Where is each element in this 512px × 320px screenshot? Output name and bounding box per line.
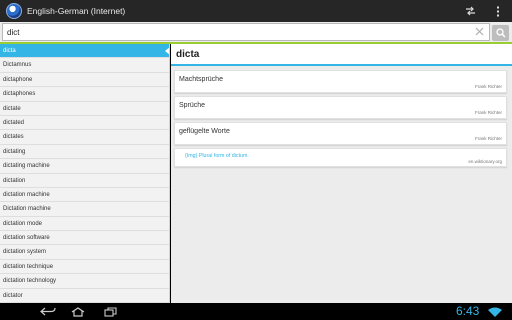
entry-headword: dicta — [171, 44, 512, 66]
recent-apps-button[interactable] — [96, 303, 124, 320]
swap-arrows-icon — [465, 6, 475, 16]
list-item[interactable]: dictation technology — [0, 274, 169, 289]
list-item[interactable]: dictates — [0, 130, 169, 145]
list-item[interactable]: dictating — [0, 145, 169, 160]
search-bar — [0, 22, 512, 44]
system-nav-bar: 6:43 — [0, 303, 512, 320]
list-item[interactable]: dictaphone — [0, 73, 169, 88]
search-icon — [495, 28, 506, 38]
translation-card[interactable]: Machtsprüche Frank Richter — [174, 70, 507, 93]
entry-pane: dicta Machtsprüche Frank Richter Sprüche… — [171, 44, 512, 303]
search-input[interactable] — [2, 23, 490, 41]
list-item[interactable]: dictation technique — [0, 260, 169, 275]
search-button[interactable] — [492, 25, 509, 41]
translation-text: Sprüche — [179, 102, 206, 109]
recent-apps-icon — [103, 306, 117, 317]
app-title[interactable]: English-German (Internet) — [27, 6, 456, 16]
overflow-menu-button[interactable] — [484, 0, 512, 22]
list-item[interactable]: dictation system — [0, 245, 169, 260]
definition-source: en.wiktionary.org — [468, 159, 502, 164]
overflow-menu-icon — [497, 6, 499, 16]
list-item[interactable]: Dictamnus — [0, 58, 169, 73]
list-item[interactable]: dictaphones — [0, 87, 169, 102]
list-item[interactable]: dictate — [0, 102, 169, 116]
list-item[interactable]: dictating machine — [0, 159, 169, 174]
translation-text: Machtsprüche — [179, 76, 223, 83]
translation-author: Frank Richter — [474, 84, 502, 89]
list-item[interactable]: dicta — [0, 44, 169, 59]
clock: 6:43 — [456, 304, 480, 318]
translation-card[interactable]: Sprüche Frank Richter — [174, 96, 507, 119]
list-item[interactable]: dictation mode — [0, 217, 169, 232]
definition-card[interactable]: {Img} Plural form of dictum. en.wiktiona… — [174, 148, 507, 167]
back-icon — [40, 307, 56, 316]
sync-button[interactable] — [456, 0, 484, 22]
list-item[interactable]: dictator — [0, 289, 169, 303]
definition-text[interactable]: {Img} Plural form of dictum. — [185, 153, 249, 159]
action-bar: English-German (Internet) — [0, 0, 512, 22]
clear-icon[interactable] — [474, 27, 484, 37]
translation-text: geflügelte Worte — [179, 128, 230, 135]
list-item[interactable]: dictation — [0, 174, 169, 188]
home-icon — [71, 306, 85, 317]
list-item[interactable]: dictated — [0, 116, 169, 131]
word-list: dicta Dictamnus dictaphone dictaphones dicta… — [0, 44, 170, 303]
translation-card[interactable]: geflügelte Worte Frank Richter — [174, 122, 507, 145]
wifi-icon — [488, 307, 502, 317]
translation-author: Frank Richter — [474, 136, 502, 141]
home-button[interactable] — [64, 303, 92, 320]
translation-author: Frank Richter — [474, 110, 502, 115]
back-button[interactable] — [34, 303, 62, 320]
list-item[interactable]: dictation software — [0, 231, 169, 246]
dictionary-globe-icon[interactable] — [6, 3, 22, 19]
list-item[interactable]: dictation machine — [0, 188, 169, 203]
list-item[interactable]: Dictation machine — [0, 202, 169, 217]
